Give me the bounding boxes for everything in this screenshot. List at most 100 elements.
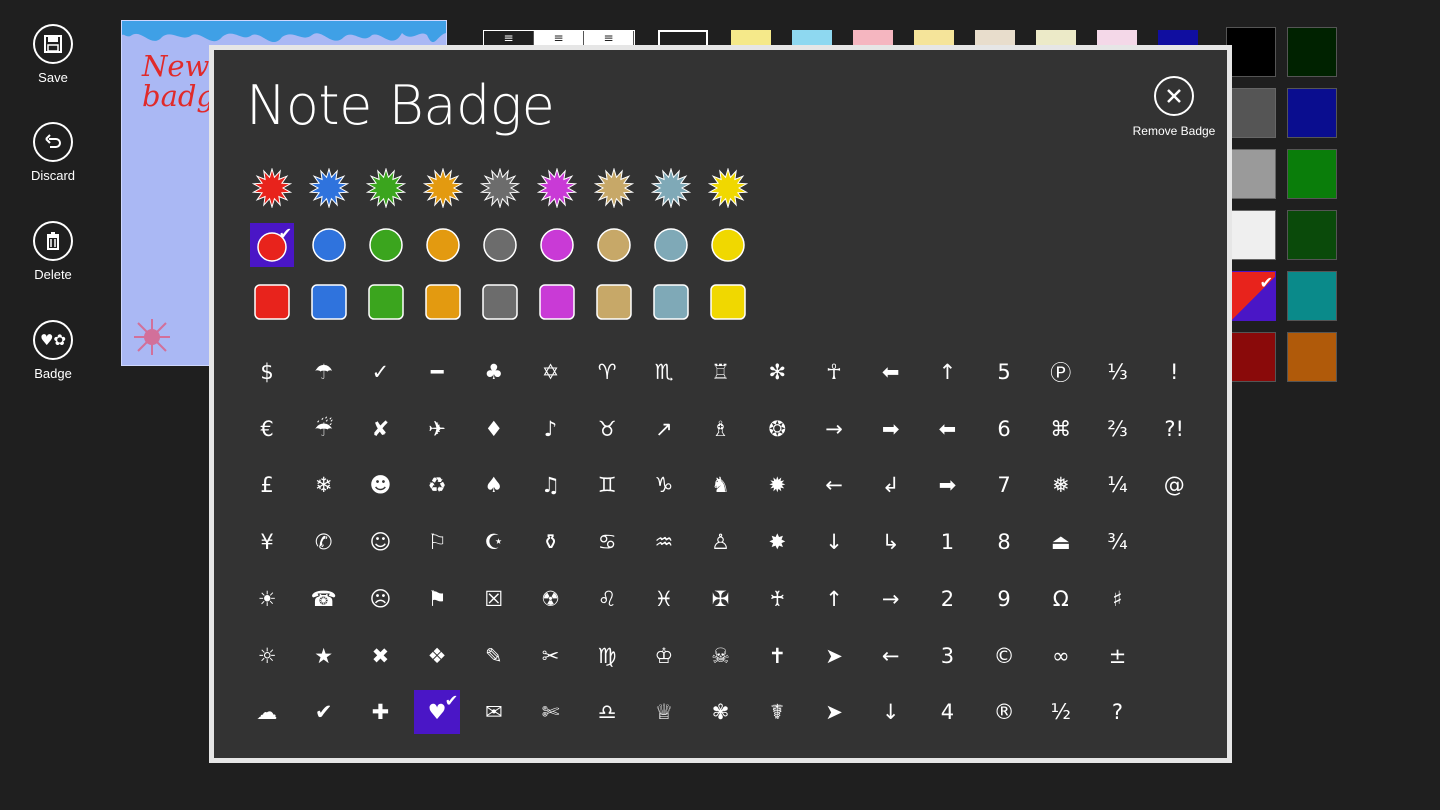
symbol-badge-0-6[interactable]: ♈ (584, 350, 630, 394)
circle-badge-3[interactable] (421, 223, 465, 267)
symbol-badge-6-6[interactable]: ♎ (584, 690, 630, 734)
discard-button[interactable]: Discard (0, 122, 106, 183)
symbol-badge-6-5[interactable]: ✄ (528, 690, 574, 734)
circle-badge-0[interactable]: ✔ (250, 223, 294, 267)
symbol-badge-1-16[interactable]: ?! (1151, 407, 1197, 451)
symbol-badge-4-2[interactable]: ☹ (357, 577, 403, 621)
symbol-badge-1-5[interactable]: ♪ (528, 407, 574, 451)
square-badge-0[interactable] (250, 280, 294, 324)
symbol-badge-3-7[interactable]: ♒ (641, 520, 687, 564)
symbol-badge-1-6[interactable]: ♉ (584, 407, 630, 451)
color-swatch-7[interactable] (1287, 210, 1337, 260)
symbol-badge-2-1[interactable]: ❄ (301, 463, 347, 507)
remove-badge-button[interactable]: Remove Badge (1119, 76, 1229, 138)
color-swatch-2[interactable] (1226, 88, 1276, 138)
symbol-badge-0-14[interactable]: Ⓟ (1038, 350, 1084, 394)
color-swatch-3[interactable] (1287, 88, 1337, 138)
symbol-badge-6-3[interactable]: ♥ ✔ (414, 690, 461, 735)
symbol-badge-5-14[interactable]: ∞ (1038, 634, 1084, 678)
symbol-badge-1-11[interactable]: ➡ (868, 407, 914, 451)
symbol-badge-5-11[interactable]: ← (868, 634, 914, 678)
circle-badge-1[interactable] (307, 223, 351, 267)
symbol-badge-4-7[interactable]: ♓ (641, 577, 687, 621)
symbol-badge-3-4[interactable]: ☪ (471, 520, 517, 564)
symbol-badge-4-0[interactable]: ☀ (244, 577, 290, 621)
symbol-badge-4-11[interactable]: → (868, 577, 914, 621)
symbol-badge-4-13[interactable]: 9 (981, 577, 1027, 621)
symbol-badge-4-6[interactable]: ♌ (584, 577, 630, 621)
symbol-badge-5-12[interactable]: 3 (924, 634, 970, 678)
symbol-badge-0-12[interactable]: ↑ (924, 350, 970, 394)
square-badge-3[interactable] (421, 280, 465, 324)
symbol-badge-3-5[interactable]: ⚱ (528, 520, 574, 564)
circle-badge-5[interactable] (535, 223, 579, 267)
symbol-badge-2-9[interactable]: ✹ (754, 463, 800, 507)
symbol-badge-4-4[interactable]: ☒ (471, 577, 517, 621)
symbol-badge-1-14[interactable]: ⌘ (1038, 407, 1084, 451)
symbol-badge-0-16[interactable]: ! (1151, 350, 1197, 394)
square-badge-8[interactable] (706, 280, 750, 324)
symbol-badge-5-4[interactable]: ✎ (471, 634, 517, 678)
color-swatch-8[interactable]: ✔ (1226, 271, 1276, 321)
symbol-badge-1-10[interactable]: → (811, 407, 857, 451)
starburst-badge-8[interactable] (706, 166, 750, 210)
symbol-badge-2-15[interactable]: ¼ (1095, 463, 1141, 507)
starburst-badge-2[interactable] (364, 166, 408, 210)
symbol-badge-6-14[interactable]: ½ (1038, 690, 1084, 734)
starburst-badge-5[interactable] (535, 166, 579, 210)
symbol-badge-3-13[interactable]: 8 (981, 520, 1027, 564)
symbol-badge-6-11[interactable]: ↓ (868, 690, 914, 734)
symbol-badge-2-2[interactable]: ☻ (357, 463, 403, 507)
symbol-badge-2-4[interactable]: ♠ (471, 463, 517, 507)
badge-button[interactable]: ♥✿ Badge (0, 320, 106, 381)
symbol-badge-0-0[interactable]: $ (244, 350, 290, 394)
symbol-badge-6-13[interactable]: ® (981, 690, 1027, 734)
symbol-badge-2-3[interactable]: ♻ (414, 463, 460, 507)
symbol-badge-0-15[interactable]: ⅓ (1095, 350, 1141, 394)
symbol-badge-3-3[interactable]: ⚐ (414, 520, 460, 564)
symbol-badge-2-16[interactable]: @ (1151, 463, 1197, 507)
symbol-badge-1-2[interactable]: ✘ (357, 407, 403, 451)
circle-badge-8[interactable] (706, 223, 750, 267)
color-swatch-1[interactable] (1287, 27, 1337, 77)
symbol-badge-2-10[interactable]: ← (811, 463, 857, 507)
symbol-badge-6-1[interactable]: ✔ (301, 690, 347, 734)
symbol-badge-0-3[interactable]: ━ (414, 350, 460, 394)
symbol-badge-5-15[interactable]: ± (1095, 634, 1141, 678)
symbol-badge-5-9[interactable]: ✝ (754, 634, 800, 678)
symbol-badge-3-14[interactable]: ⏏ (1038, 520, 1084, 564)
symbol-badge-3-12[interactable]: 1 (924, 520, 970, 564)
starburst-badge-4[interactable] (478, 166, 522, 210)
square-badge-6[interactable] (592, 280, 636, 324)
starburst-badge-1[interactable] (307, 166, 351, 210)
symbol-badge-1-9[interactable]: ❂ (754, 407, 800, 451)
symbol-badge-3-1[interactable]: ✆ (301, 520, 347, 564)
starburst-badge-6[interactable] (592, 166, 636, 210)
symbol-badge-6-0[interactable]: ☁ (244, 690, 290, 734)
symbol-badge-2-11[interactable]: ↲ (868, 463, 914, 507)
symbol-badge-0-13[interactable]: 5 (981, 350, 1027, 394)
symbol-badge-1-3[interactable]: ✈ (414, 407, 460, 451)
symbol-badge-3-8[interactable]: ♙ (698, 520, 744, 564)
symbol-badge-1-15[interactable]: ⅔ (1095, 407, 1141, 451)
symbol-badge-2-13[interactable]: 7 (981, 463, 1027, 507)
symbol-badge-6-4[interactable]: ✉ (471, 690, 517, 734)
symbol-badge-0-4[interactable]: ♣ (471, 350, 517, 394)
circle-badge-7[interactable] (649, 223, 693, 267)
square-badge-1[interactable] (307, 280, 351, 324)
starburst-badge-3[interactable] (421, 166, 465, 210)
square-badge-5[interactable] (535, 280, 579, 324)
circle-badge-6[interactable] (592, 223, 636, 267)
symbol-badge-4-12[interactable]: 2 (924, 577, 970, 621)
starburst-badge-7[interactable] (649, 166, 693, 210)
circle-badge-2[interactable] (364, 223, 408, 267)
symbol-badge-5-8[interactable]: ☠ (698, 634, 744, 678)
symbol-badge-6-9[interactable]: ☤ (754, 690, 800, 734)
symbol-badge-5-1[interactable]: ★ (301, 634, 347, 678)
symbol-badge-2-7[interactable]: ♑ (641, 463, 687, 507)
symbol-badge-0-1[interactable]: ☂ (301, 350, 347, 394)
symbol-badge-2-6[interactable]: ♊ (584, 463, 630, 507)
symbol-badge-1-7[interactable]: ↗ (641, 407, 687, 451)
starburst-badge-0[interactable] (250, 166, 294, 210)
color-swatch-5[interactable] (1287, 149, 1337, 199)
